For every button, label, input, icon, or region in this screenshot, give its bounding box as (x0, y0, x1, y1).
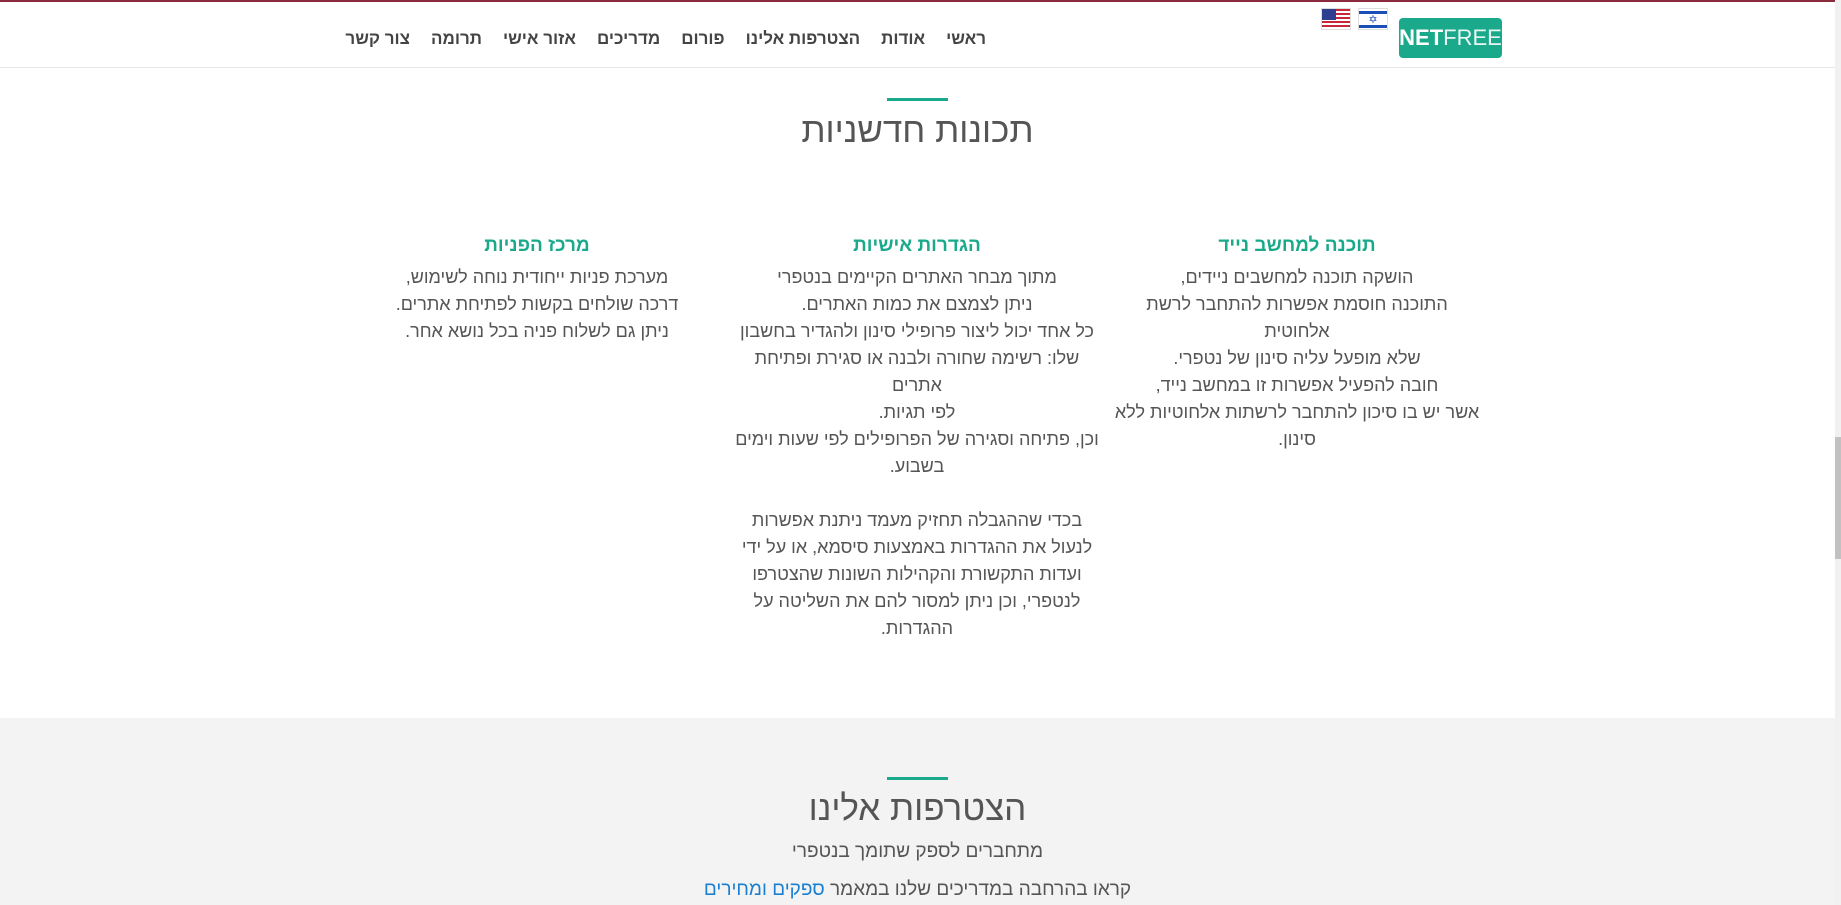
main-nav: ראשי אודות הצטרפות אלינו פורום מדריכים א… (345, 27, 986, 51)
feature-text: הושקה תוכנה למחשבים ניידים, התוכנה חוסמת… (1114, 267, 1480, 449)
join-title: הצטרפות אלינו (808, 789, 1027, 828)
feature-title: תוכנה למחשב נייד (1218, 235, 1376, 256)
features-title: תכונות חדשניות (801, 111, 1034, 150)
usa-flag-icon[interactable] (1321, 8, 1351, 30)
join-read-more: קראו בהרחבה במדריכים שלנו במאמר ספקים ומ… (0, 879, 1835, 901)
logo-text-bold: NET (1399, 25, 1444, 50)
feature-requests-center: מרכז הפניות מערכת פניות ייחודית נוחה לשי… (354, 232, 720, 345)
nav-join[interactable]: הצטרפות אלינו (746, 27, 861, 51)
page-scrollbar[interactable] (1835, 0, 1841, 905)
feature-text: מתוך מבחר האתרים הקיימים בנטפרי ניתן לצמ… (735, 267, 1099, 638)
nav-donate[interactable]: תרומה (431, 27, 482, 51)
nav-personal-area[interactable]: אזור אישי (503, 27, 576, 51)
join-section: הצטרפות אלינו מתחברים לספק שתומך בנטפרי … (0, 718, 1835, 905)
nav-contact[interactable]: צור קשר (345, 27, 410, 51)
feature-text: מערכת פניות ייחודית נוחה לשימוש, דרכה שו… (395, 267, 679, 341)
nav-forum[interactable]: פורום (681, 27, 724, 51)
site-header: NETFREE ✡ ראשי אודות הצטרפות אלינו פורום… (0, 2, 1835, 68)
logo-text-light: FREE (1443, 25, 1502, 50)
nav-about[interactable]: אודות (881, 27, 925, 51)
section-divider (887, 777, 948, 780)
feature-laptop-software: תוכנה למחשב נייד הושקה תוכנה למחשבים ניי… (1114, 232, 1480, 453)
feature-personal-settings: הגדרות אישיות מתוך מבחר האתרים הקיימים ב… (734, 232, 1100, 642)
join-subtitle: מתחברים לספק שתומך בנטפרי (791, 841, 1044, 862)
nav-home[interactable]: ראשי (946, 27, 986, 51)
read-more-text: קראו בהרחבה במדריכים שלנו במאמר (824, 879, 1132, 900)
nav-guides[interactable]: מדריכים (597, 27, 660, 51)
feature-title: הגדרות אישיות (853, 235, 981, 256)
section-divider (887, 98, 948, 101)
providers-prices-link[interactable]: ספקים ומחירים (704, 879, 825, 900)
scrollbar-thumb[interactable] (1835, 437, 1841, 559)
israel-flag-icon[interactable]: ✡ (1358, 8, 1388, 30)
feature-title: מרכז הפניות (484, 235, 590, 256)
netfree-logo[interactable]: NETFREE (1399, 18, 1502, 58)
